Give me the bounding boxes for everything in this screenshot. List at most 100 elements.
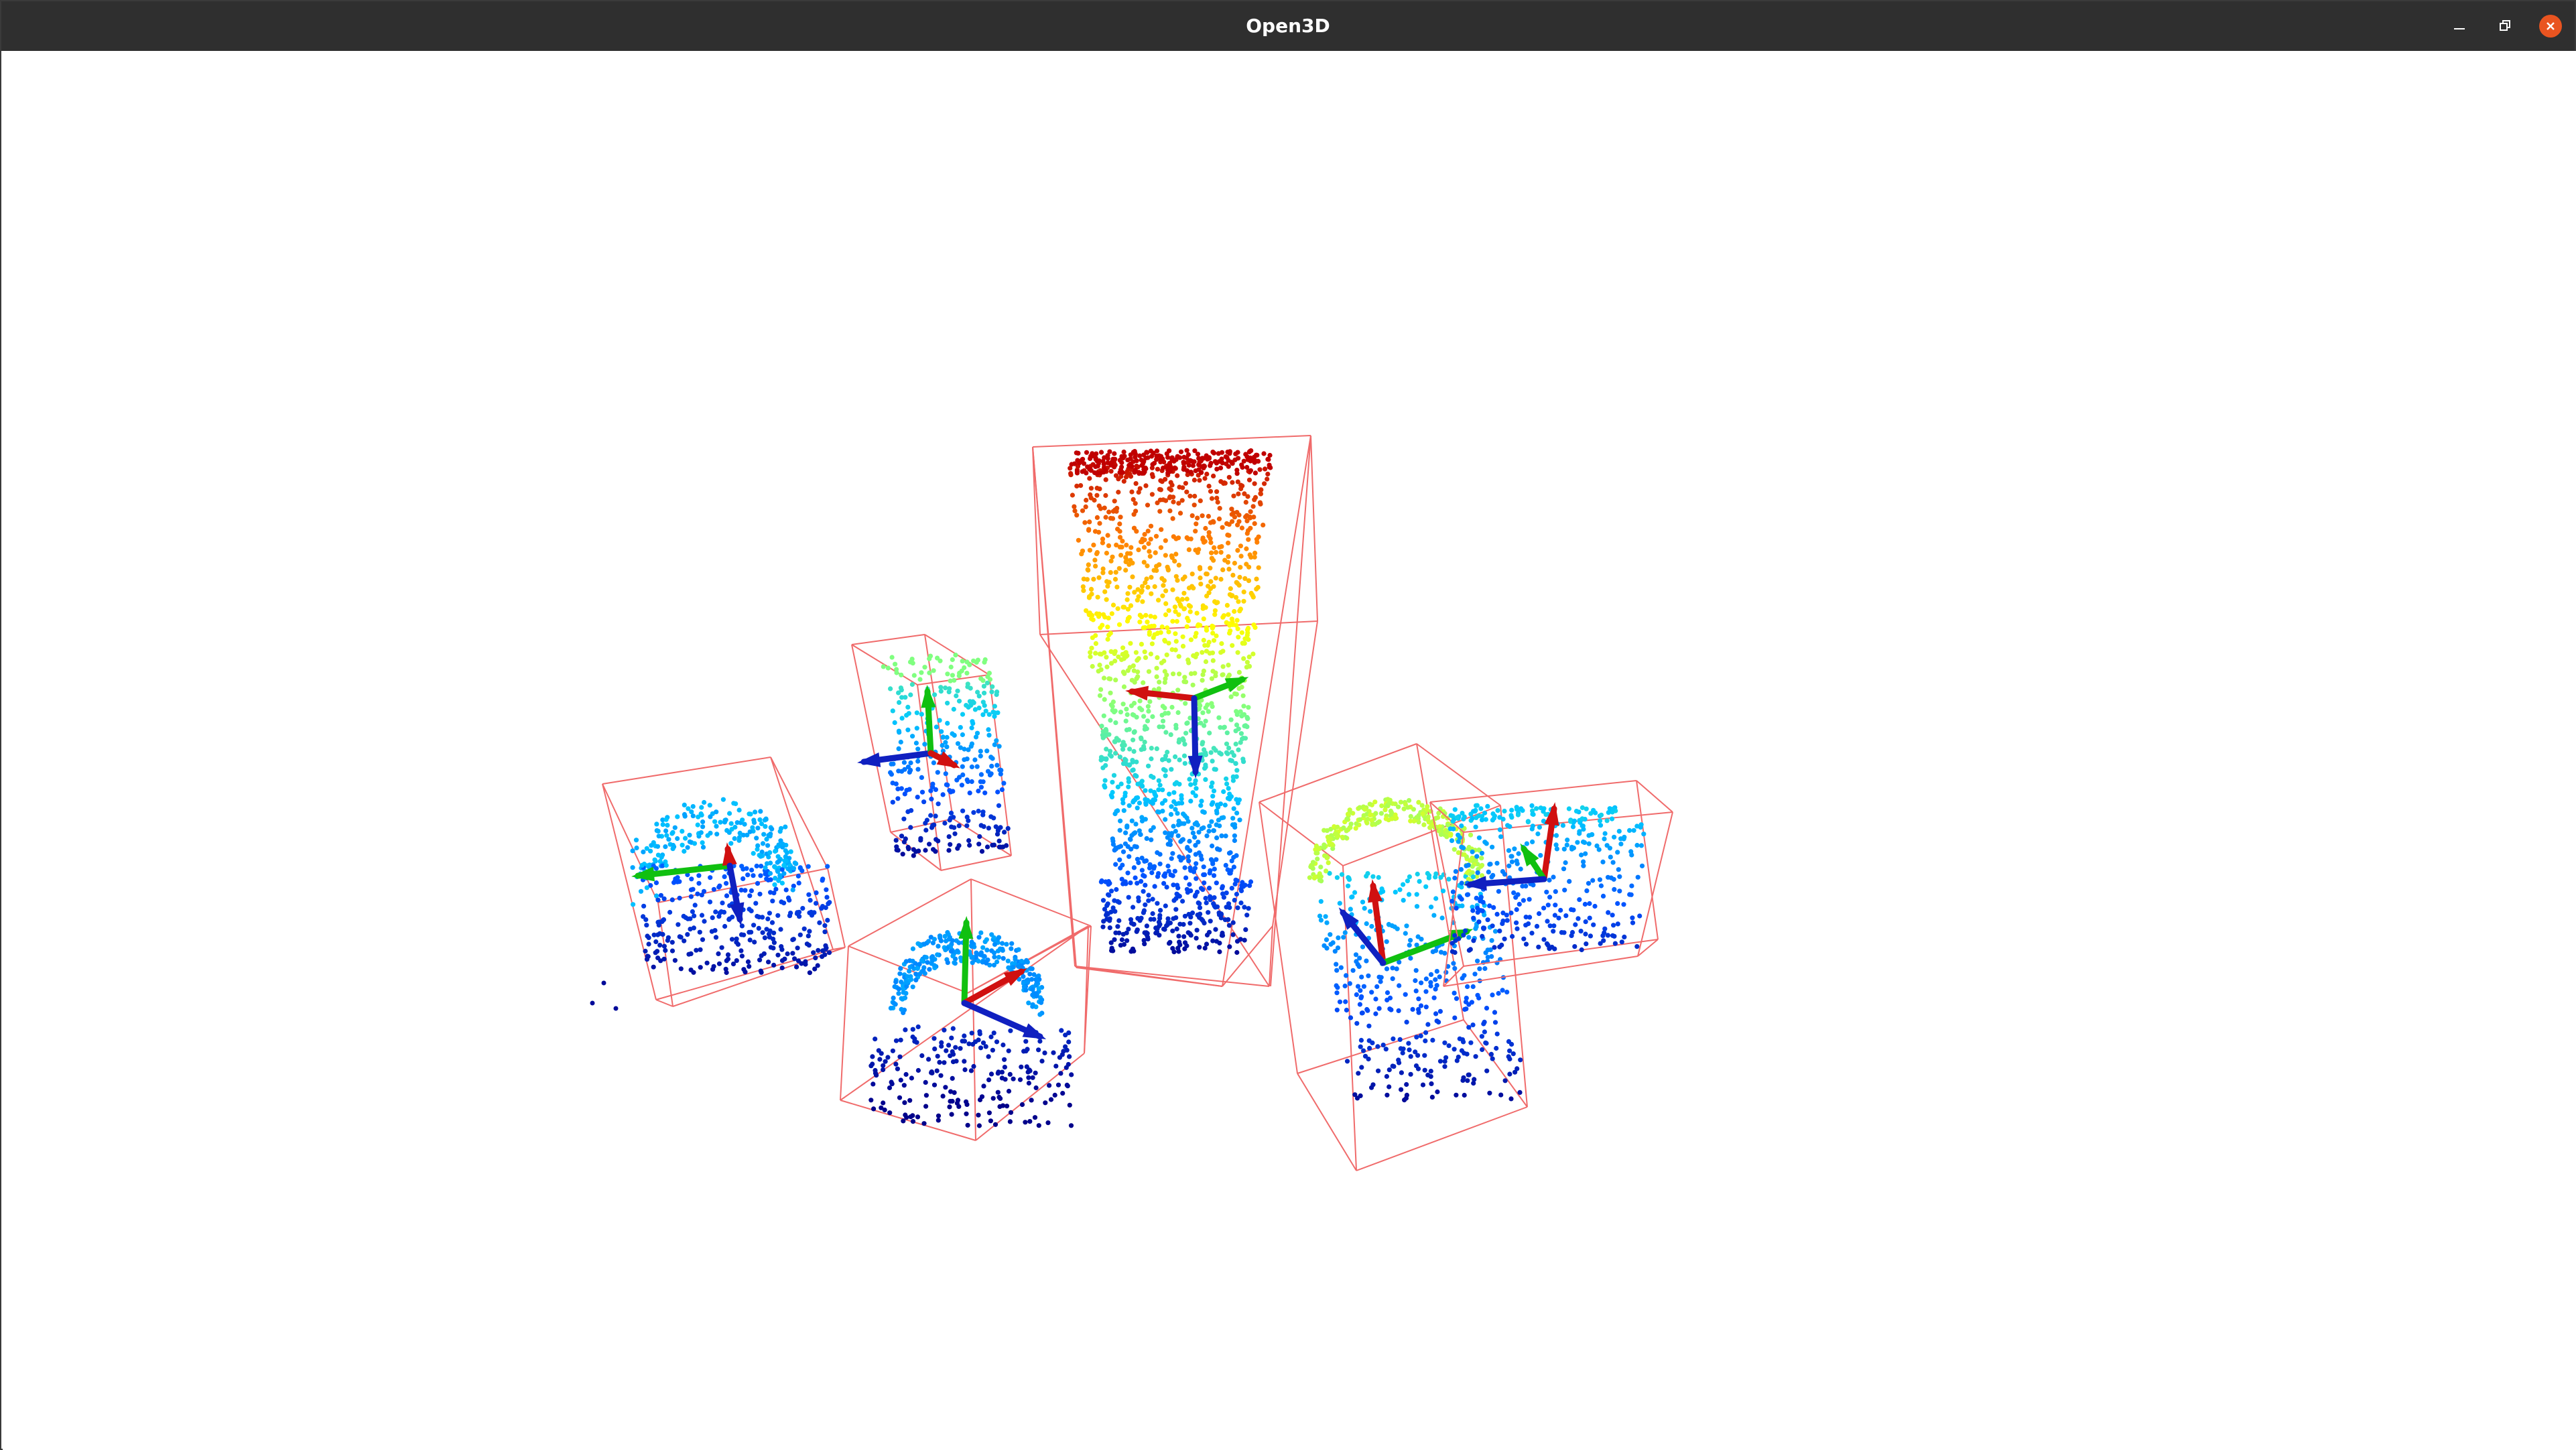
tall-point bbox=[1197, 901, 1202, 907]
tall-point bbox=[1151, 623, 1157, 629]
dome-center-point bbox=[962, 1033, 967, 1039]
tall-point bbox=[1206, 483, 1212, 489]
dome-left-point bbox=[720, 797, 726, 802]
dome-center-point bbox=[907, 1098, 913, 1103]
tall-point bbox=[1160, 787, 1165, 793]
flat-right-point bbox=[1529, 803, 1535, 808]
green-dome-point bbox=[1361, 813, 1366, 818]
tall-point bbox=[1149, 746, 1154, 751]
dome-center-point bbox=[931, 1036, 937, 1041]
green-dome-point bbox=[1408, 813, 1413, 819]
dome-center-point bbox=[1047, 1083, 1052, 1088]
flat-right-point bbox=[1611, 876, 1616, 882]
green-dome-point bbox=[1452, 990, 1457, 996]
green-dome-point bbox=[1436, 828, 1441, 834]
small-tall-point bbox=[965, 684, 970, 689]
tall-point bbox=[1198, 582, 1204, 587]
green-dome-point bbox=[1401, 882, 1406, 887]
tall-point bbox=[1162, 706, 1167, 711]
dome-left-point bbox=[732, 824, 738, 830]
tall-point bbox=[1092, 529, 1098, 534]
small-tall-point bbox=[905, 844, 911, 850]
green-dome-point bbox=[1354, 959, 1359, 964]
tall-point bbox=[1155, 926, 1160, 931]
green-dome-point bbox=[1361, 1048, 1366, 1053]
tall-point bbox=[1232, 560, 1237, 566]
small-tall-point bbox=[954, 777, 960, 783]
flat-right-point bbox=[1612, 941, 1618, 946]
green-dome-point bbox=[1375, 1044, 1380, 1049]
tall-point bbox=[1179, 800, 1185, 806]
flat-right-point bbox=[1496, 888, 1501, 894]
green-dome-point bbox=[1359, 994, 1364, 999]
dome-left-point bbox=[633, 838, 639, 843]
tall-point bbox=[1210, 658, 1216, 663]
green-dome-point bbox=[1368, 812, 1373, 817]
green-dome-point bbox=[1361, 984, 1366, 989]
dome-center-point bbox=[936, 943, 941, 949]
restore-button[interactable] bbox=[2492, 13, 2518, 40]
small-tall-point bbox=[969, 725, 974, 730]
tall-point bbox=[1152, 614, 1157, 620]
tall-point bbox=[1219, 641, 1224, 647]
tall-point bbox=[1189, 513, 1195, 519]
tall-point bbox=[1092, 557, 1098, 563]
dome-center-point bbox=[1059, 1028, 1064, 1033]
tall-rim-point bbox=[1143, 456, 1149, 461]
dome-left-point bbox=[812, 966, 818, 972]
tall-point bbox=[1144, 923, 1149, 929]
small-tall-point bbox=[905, 704, 911, 710]
dome-center-point bbox=[944, 1048, 949, 1053]
green-dome-point bbox=[1494, 1031, 1500, 1037]
tall-point bbox=[1250, 651, 1256, 657]
dome-center-point bbox=[923, 1079, 928, 1085]
dome-left-point bbox=[764, 876, 769, 882]
3d-viewport[interactable] bbox=[3, 51, 2576, 1450]
tall-point bbox=[1088, 495, 1094, 501]
tall-point bbox=[1108, 690, 1113, 696]
tall-point bbox=[1200, 535, 1206, 541]
tall-point bbox=[1135, 805, 1140, 811]
dome-center-point bbox=[915, 966, 920, 972]
green-dome-point bbox=[1442, 1040, 1447, 1045]
dome-center-point bbox=[910, 958, 915, 964]
dome-left-point bbox=[654, 893, 659, 899]
green-dome-point bbox=[1482, 1029, 1487, 1035]
dome-left-point bbox=[661, 917, 667, 923]
tall-point bbox=[1211, 473, 1216, 479]
tall-point bbox=[1164, 884, 1169, 890]
tall-point bbox=[1237, 574, 1242, 580]
tall-rim-point bbox=[1087, 466, 1092, 472]
dome-left-point bbox=[751, 820, 757, 826]
tall-point bbox=[1154, 665, 1159, 671]
green-dome-point bbox=[1405, 878, 1410, 884]
dome-center-point bbox=[979, 1094, 985, 1100]
point-cloud-scene[interactable] bbox=[3, 51, 2576, 1450]
flat-right-point bbox=[1598, 823, 1604, 828]
tall-point bbox=[1209, 819, 1214, 824]
tall-point bbox=[1252, 521, 1257, 527]
minimize-button[interactable] bbox=[2446, 13, 2473, 40]
flat-right-point bbox=[1588, 933, 1593, 939]
dome-left-point bbox=[689, 876, 694, 882]
flat-right-point bbox=[1604, 843, 1610, 848]
tall-point bbox=[1192, 821, 1198, 827]
flat-right-point bbox=[1615, 901, 1620, 906]
tall-point bbox=[1209, 801, 1214, 807]
dome-left-point bbox=[675, 814, 680, 819]
green-dome-point bbox=[1396, 1057, 1401, 1063]
tall-point bbox=[1131, 798, 1137, 803]
bounding-box-right-edge bbox=[1443, 955, 1638, 987]
tall-point bbox=[1202, 880, 1207, 886]
close-button[interactable] bbox=[2537, 13, 2564, 40]
green-dome-point bbox=[1422, 1067, 1427, 1073]
dome-left-point bbox=[747, 811, 752, 817]
dome-center-point bbox=[893, 979, 899, 985]
tall-point bbox=[1230, 519, 1235, 524]
title-bar[interactable]: Open3D bbox=[1, 1, 2575, 51]
tall-point bbox=[1133, 509, 1139, 514]
tall-point bbox=[1224, 776, 1229, 781]
close-icon bbox=[2547, 22, 2555, 30]
tall-point bbox=[1220, 664, 1226, 669]
close-button-circle[interactable] bbox=[2539, 15, 2562, 38]
